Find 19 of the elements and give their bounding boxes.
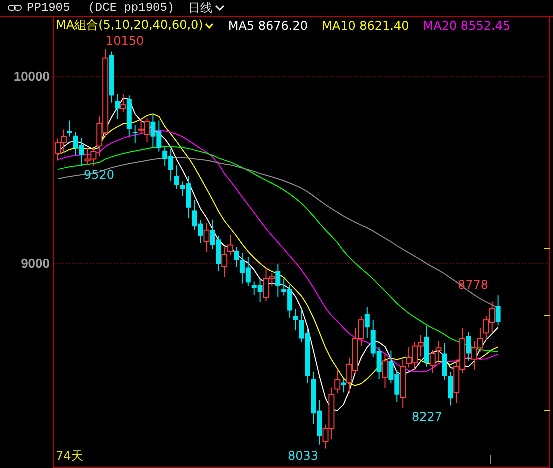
chevron-down-icon[interactable]	[205, 22, 214, 28]
price-annotation: 8778	[458, 278, 489, 292]
price-annotation: 10150	[106, 34, 144, 48]
price-annotation: 8033	[288, 449, 319, 463]
price-annotation: 8227	[412, 410, 443, 424]
ma-value-label: MA5 8676.20	[228, 18, 308, 32]
symbol-label: PP1905	[27, 1, 70, 15]
axis-tick-label: 10000	[14, 69, 50, 84]
link-icon	[8, 4, 22, 12]
ma-value-label: MA20 8552.45	[423, 18, 511, 32]
period-selector[interactable]: 日线	[188, 0, 213, 16]
ma-value-label: MA10 8621.40	[322, 18, 410, 32]
exchange-code: (DCE pp1905)	[88, 1, 175, 15]
time-marker	[490, 455, 491, 464]
chevron-down-icon[interactable]	[214, 4, 225, 12]
price-annotation: 9520	[84, 168, 115, 182]
axis-tick-label: 9000	[21, 256, 50, 271]
ma-group-selector[interactable]: MA組合(5,10,20,40,60,0)	[56, 17, 204, 34]
day-count: 74天	[56, 448, 84, 465]
